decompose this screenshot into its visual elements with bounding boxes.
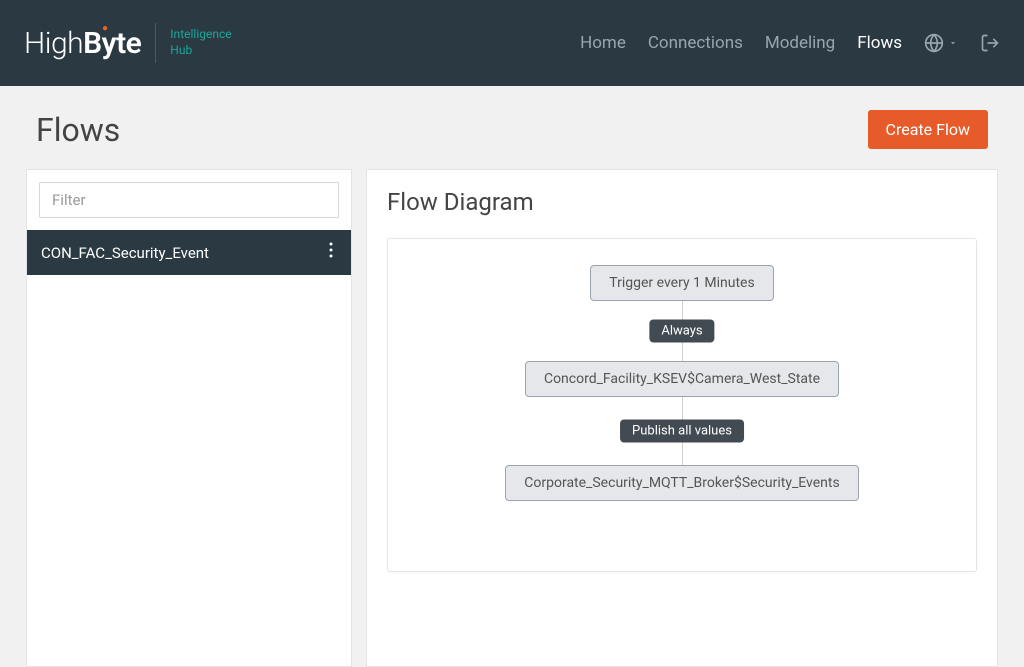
flow-list-item[interactable]: CON_FAC_Security_Event [27, 230, 351, 275]
flow-item-label: CON_FAC_Security_Event [41, 244, 209, 262]
logo-divider [155, 23, 156, 63]
nav-modeling[interactable]: Modeling [765, 33, 835, 53]
flow-item-menu-button[interactable] [325, 242, 337, 263]
language-selector[interactable] [924, 33, 958, 53]
create-flow-button[interactable]: Create Flow [868, 110, 988, 149]
top-nav: Home Connections Modeling Flows [580, 33, 1000, 53]
app-header: HighByte ● Intelligence Hub Home Connect… [0, 0, 1024, 86]
panel-title: Flow Diagram [387, 188, 977, 216]
edge-label-always: Always [649, 320, 714, 343]
content-area: CON_FAC_Security_Event Flow Diagram Trig… [0, 169, 1024, 667]
logo-prefix: High [24, 26, 83, 61]
main-panel: Flow Diagram Trigger every 1 Minutes Alw… [366, 169, 998, 667]
flows-sidebar: CON_FAC_Security_Event [26, 169, 352, 667]
edge-label-publish: Publish all values [620, 420, 744, 443]
trigger-node[interactable]: Trigger every 1 Minutes [590, 265, 773, 301]
kebab-icon [329, 242, 333, 258]
globe-icon [924, 33, 944, 53]
logout-button[interactable] [980, 33, 1000, 53]
edge-source-to-target: Publish all values [682, 397, 683, 465]
page-title: Flows [36, 111, 120, 149]
logo-tagline: Intelligence Hub [170, 27, 231, 58]
logo-area: HighByte ● Intelligence Hub [24, 23, 232, 63]
logout-icon [980, 33, 1000, 53]
nav-home[interactable]: Home [580, 33, 626, 53]
filter-input[interactable] [39, 182, 339, 218]
tagline-line1: Intelligence [170, 27, 231, 43]
logo-suffix: Byte [83, 26, 141, 61]
nav-flows[interactable]: Flows [857, 33, 902, 53]
filter-wrap [27, 170, 351, 230]
tagline-line2: Hub [170, 43, 231, 59]
target-node[interactable]: Corporate_Security_MQTT_Broker$Security_… [505, 465, 858, 501]
logo: HighByte ● [24, 26, 141, 61]
logo-dot-accent: ● [102, 23, 108, 34]
edge-trigger-to-source: Always [682, 301, 683, 361]
chevron-down-icon [948, 38, 958, 48]
source-node[interactable]: Concord_Facility_KSEV$Camera_West_State [525, 361, 839, 397]
page-header: Flows Create Flow [0, 86, 1024, 169]
flow-diagram: Trigger every 1 Minutes Always Concord_F… [387, 238, 977, 572]
nav-connections[interactable]: Connections [648, 33, 743, 53]
